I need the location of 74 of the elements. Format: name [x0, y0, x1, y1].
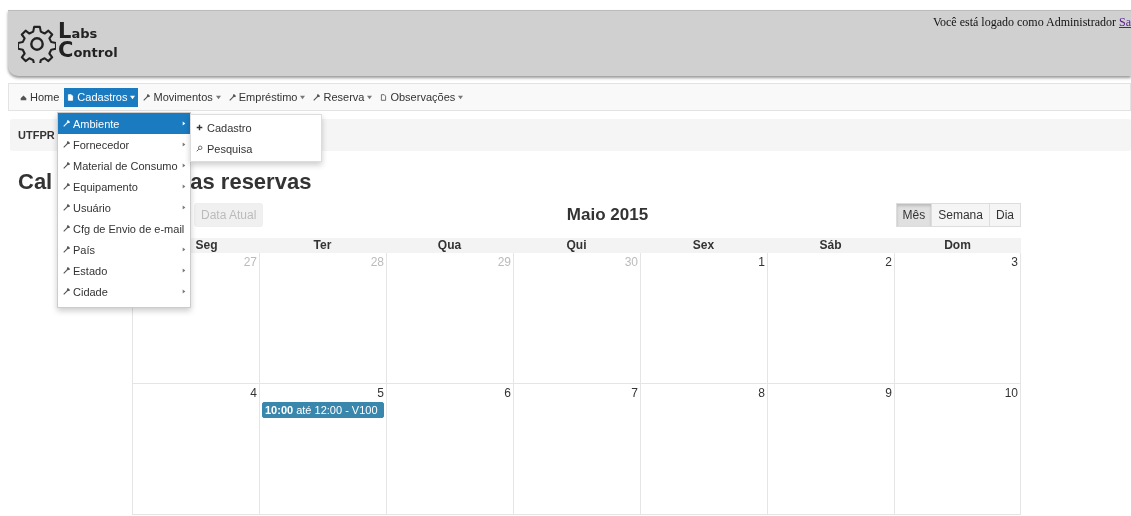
- wrench-icon: [63, 141, 70, 148]
- day-number: 9: [884, 386, 892, 400]
- nav-menu-item[interactable]: Movimentos: [140, 87, 224, 107]
- day-number: 6: [503, 386, 511, 400]
- breadcrumb-text: UTFPR: [18, 129, 55, 141]
- day-number: 4: [249, 386, 257, 400]
- document-icon: [67, 93, 75, 101]
- menu-item[interactable]: Cidade: [58, 281, 190, 302]
- weekday-header: Sex: [640, 238, 767, 253]
- logout-link[interactable]: Sa: [1119, 15, 1131, 29]
- day-number: 27: [242, 255, 257, 269]
- menu-item[interactable]: Usuário: [58, 197, 190, 218]
- wrench-icon: [63, 162, 70, 169]
- weekday-header: Qua: [386, 238, 513, 253]
- nav-menu-item[interactable]: Observações: [377, 87, 467, 107]
- wrench-icon: [63, 183, 70, 190]
- wrench-icon: [63, 246, 70, 253]
- day-number: 3: [1010, 255, 1018, 269]
- logo-text: Control: [58, 41, 118, 61]
- day-number: 8: [757, 386, 765, 400]
- weekday-header: Dom: [894, 238, 1021, 253]
- day-number: 1: [757, 255, 765, 269]
- wrench-icon: [63, 120, 70, 127]
- page-heading: Cal: [18, 169, 53, 195]
- submenu-item[interactable]: Pesquisa: [191, 138, 321, 159]
- submenu-arrow-icon: [182, 205, 186, 210]
- login-status-text: Você está logado como Administrador: [932, 15, 1116, 29]
- page-heading: as reservas: [190, 169, 312, 195]
- nav-menu-item[interactable]: Empréstimo: [225, 87, 309, 107]
- wrench-icon: [143, 93, 151, 101]
- submenu-arrow-icon: [182, 163, 186, 168]
- search-icon: [196, 145, 203, 152]
- submenu-arrow-icon: [182, 268, 186, 273]
- weekday-header: Sáb: [767, 238, 894, 253]
- view-button[interactable]: Semana: [931, 203, 990, 227]
- wrench-icon: [63, 225, 70, 232]
- submenu-item[interactable]: Cadastro: [191, 117, 321, 138]
- weekday-header: Ter: [259, 238, 386, 253]
- logo-text: Labs: [58, 22, 98, 42]
- day-number: 30: [623, 255, 638, 269]
- submenu-arrow-icon: [182, 289, 186, 294]
- view-button[interactable]: Mês: [895, 203, 933, 227]
- menu-item[interactable]: Fornecedor: [58, 134, 190, 155]
- menu-item[interactable]: Equipamento: [58, 176, 190, 197]
- view-button[interactable]: Dia: [988, 203, 1021, 227]
- submenu-arrow-icon: [182, 247, 186, 252]
- day-number: 2: [884, 255, 892, 269]
- wrench-icon: [63, 288, 70, 295]
- menu-item[interactable]: Estado: [58, 260, 190, 281]
- home-icon: [20, 93, 27, 101]
- weekday-header: Qui: [513, 238, 640, 253]
- menu-item[interactable]: Ambiente: [58, 113, 190, 134]
- plus-icon: [196, 124, 203, 131]
- nav-menu-item[interactable]: Cadastros: [64, 87, 139, 107]
- day-number: 29: [496, 255, 511, 269]
- calendar-event[interactable]: 10:00 até 12:00 - V100: [262, 402, 384, 418]
- menu-item[interactable]: Cfg de Envio de e-mail: [58, 218, 190, 239]
- wrench-icon: [313, 93, 321, 101]
- day-number: 7: [630, 386, 638, 400]
- submenu-arrow-icon: [182, 121, 186, 126]
- day-number: 5: [376, 386, 384, 400]
- nav-menu-item[interactable]: Reserva: [310, 87, 376, 107]
- nav-menu-item[interactable]: Home: [17, 87, 63, 107]
- document-icon: [380, 93, 388, 101]
- day-number: 28: [369, 255, 384, 269]
- gear-icon: [18, 24, 56, 63]
- calendar-title: Maio 2015: [566, 205, 649, 225]
- submenu-arrow-icon: [182, 142, 186, 147]
- submenu-arrow-icon: [182, 184, 186, 189]
- wrench-icon: [63, 267, 70, 274]
- wrench-icon: [228, 93, 236, 101]
- menu-item[interactable]: Material de Consumo: [58, 155, 190, 176]
- wrench-icon: [63, 204, 70, 211]
- day-number: 10: [1003, 386, 1018, 400]
